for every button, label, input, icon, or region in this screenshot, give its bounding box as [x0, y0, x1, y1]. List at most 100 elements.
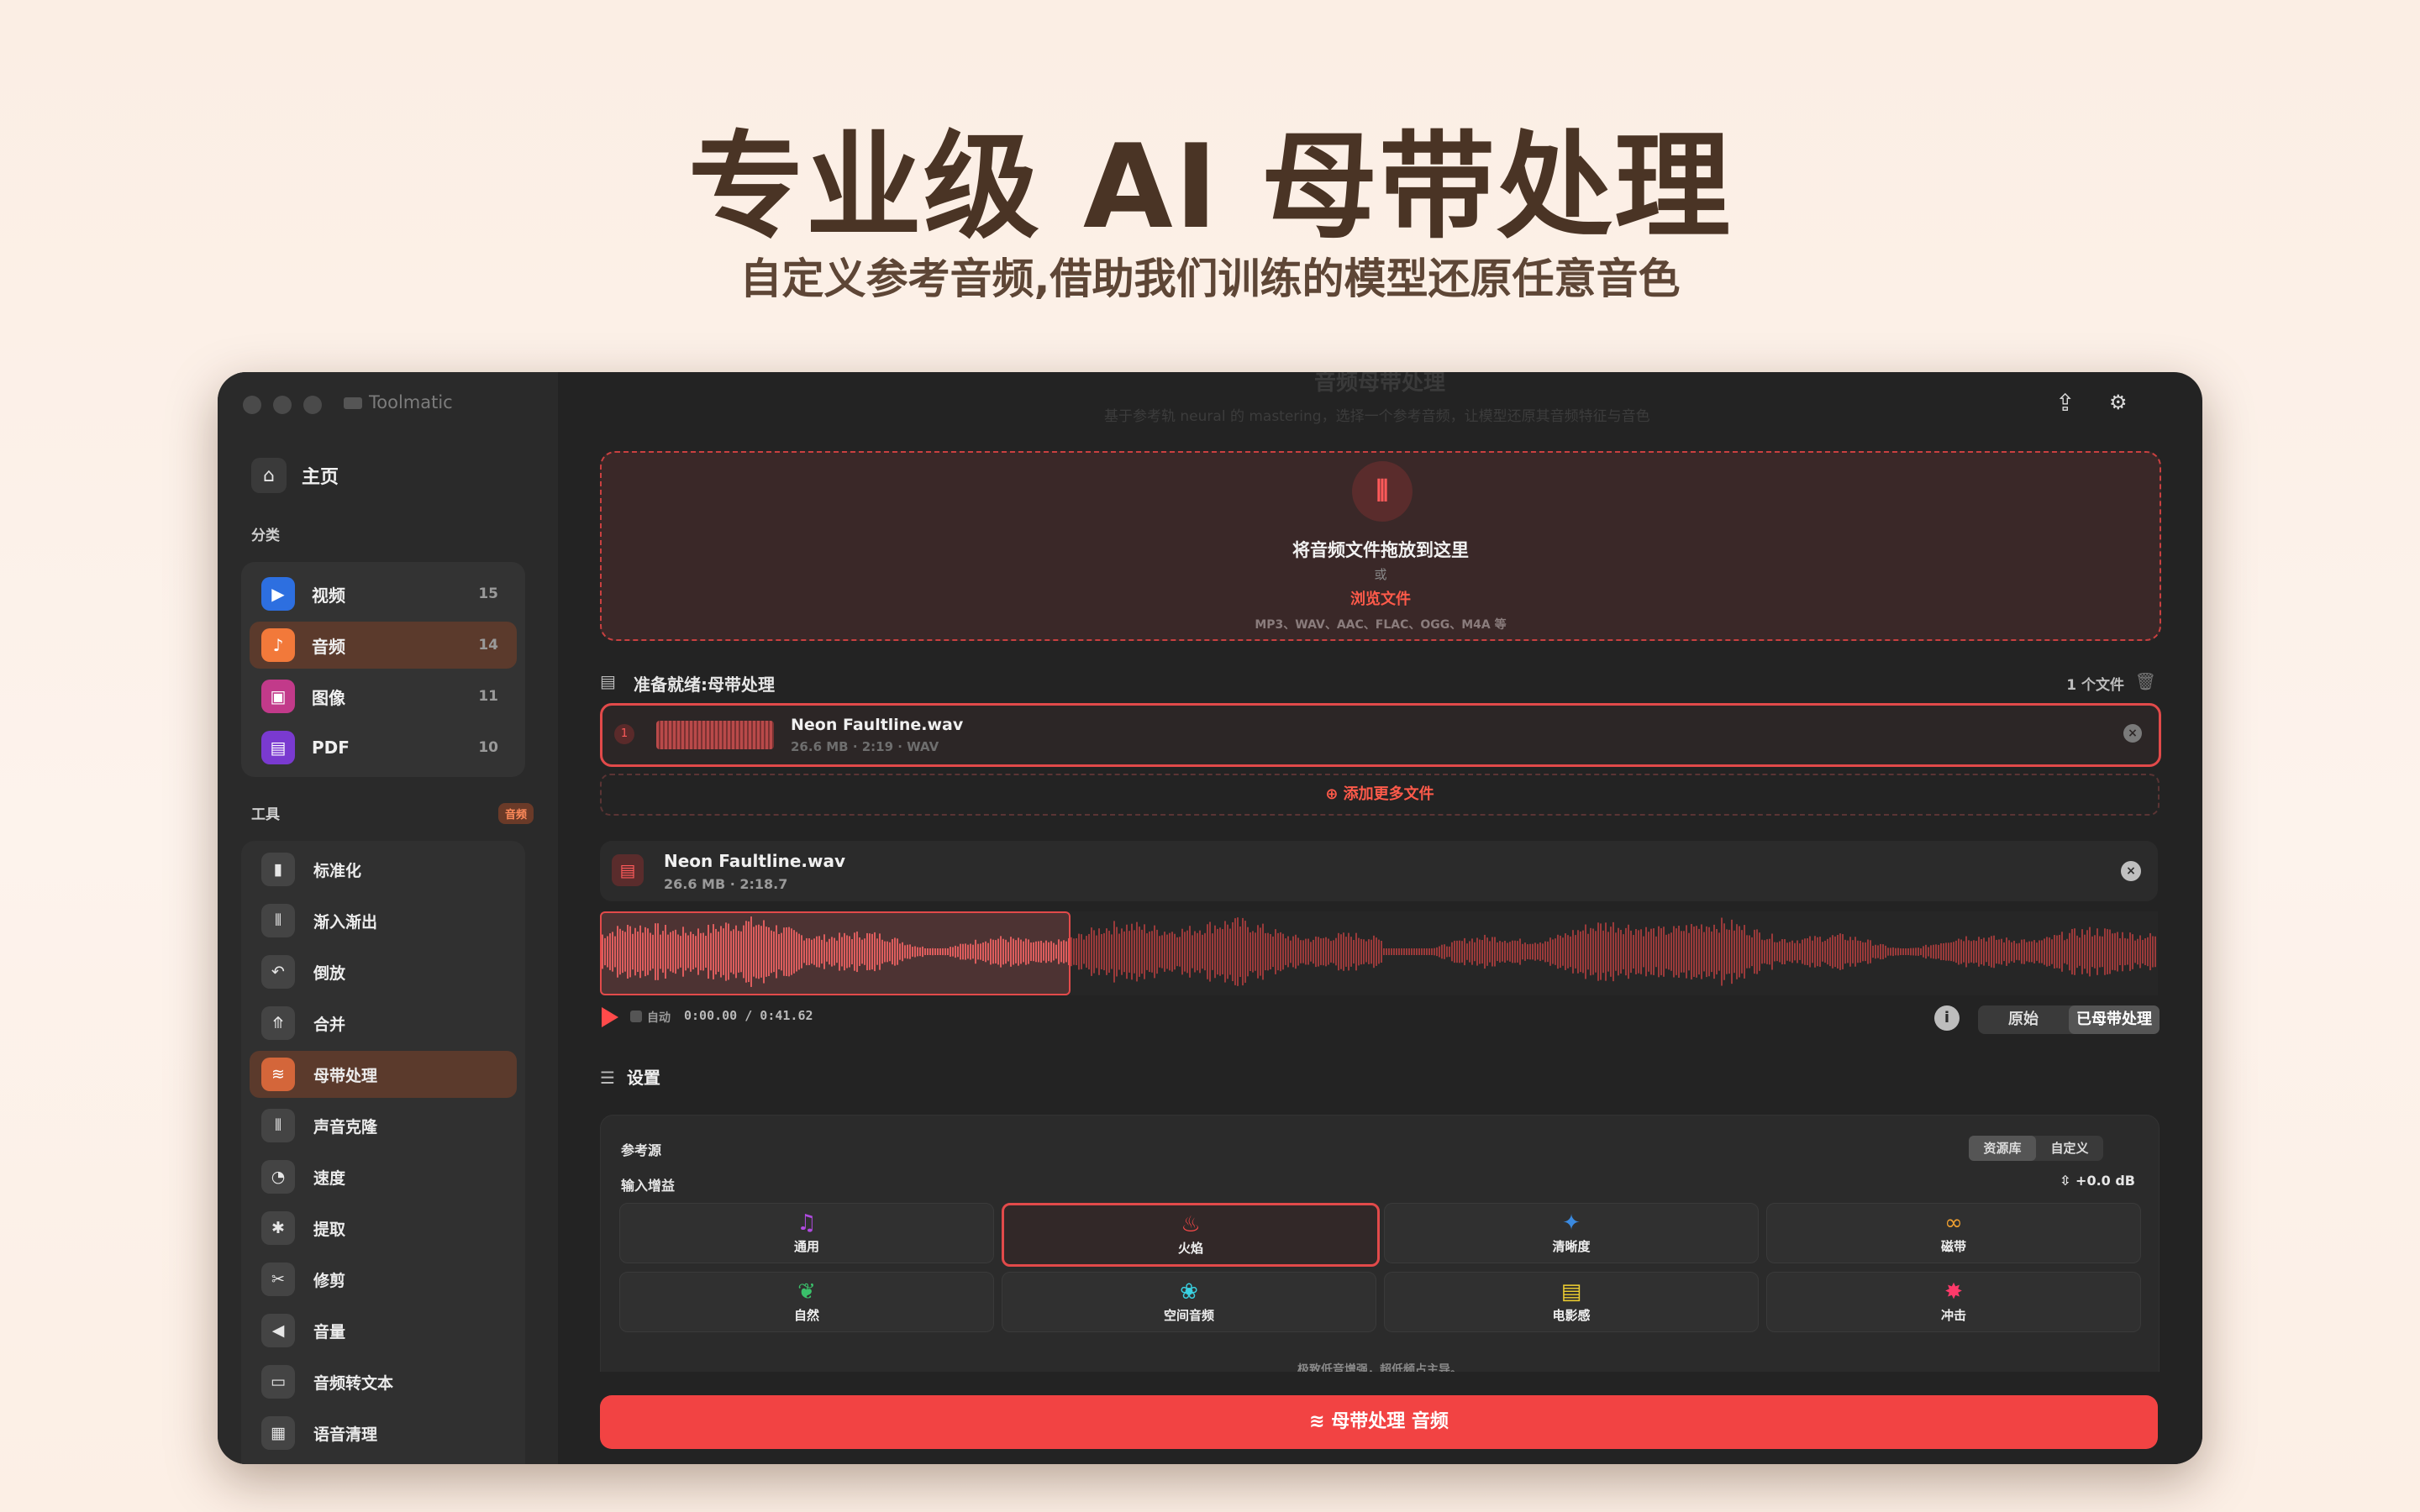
preset-4[interactable]: ❦ 自然 [619, 1272, 994, 1332]
merge-icon: ⤊ [261, 1006, 295, 1040]
play-button[interactable] [602, 1007, 618, 1027]
sidebar-tool-8[interactable]: ✂ 修剪 [250, 1256, 517, 1303]
audio-player: ▤ Neon Faultline.wav 26.6 MB · 2:18.7 × … [600, 841, 2160, 1101]
category-count: 11 [478, 688, 498, 705]
source-library-button[interactable]: 资源库 [1969, 1136, 2036, 1161]
preset-7[interactable]: ✸ 冲击 [1766, 1272, 2141, 1332]
preset-0[interactable]: ♫ 通用 [619, 1203, 994, 1263]
category-label: PDF [312, 738, 350, 758]
file-index: 1 [614, 724, 634, 744]
sidebar-tool-1[interactable]: ⦀ 渐入渐出 [250, 897, 517, 944]
tool-label: 标准化 [313, 861, 362, 880]
waveform-selection[interactable] [600, 911, 1071, 995]
preset-6[interactable]: ▤ 电影感 [1384, 1272, 1759, 1332]
sidebar-tool-9[interactable]: ◀ 音量 [250, 1307, 517, 1354]
sidebar-tool-4[interactable]: ≋ 母带处理 [250, 1051, 517, 1098]
film-strip-icon: ▤ [612, 854, 644, 886]
window-controls [243, 396, 322, 414]
preset-3[interactable]: ∞ 磁带 [1766, 1203, 2141, 1263]
tools-filter-badge[interactable]: 音频 [498, 803, 534, 824]
mastering-icon: ≋ [1309, 1411, 1332, 1432]
sidebar-tool-7[interactable]: ✱ 提取 [250, 1205, 517, 1252]
preset-label: 自然 [793, 1308, 819, 1323]
categories-heading: 分类 [251, 528, 280, 544]
tool-label: 倒放 [313, 963, 346, 983]
file-count: 1 个文件 [2066, 677, 2124, 694]
reference-source-label: 参考源 [621, 1142, 662, 1158]
sidebar-tool-11[interactable]: ▦ 语音清理 [250, 1410, 517, 1457]
volume-icon: ◀ [261, 1314, 295, 1347]
trash-icon[interactable]: 🗑 [2135, 671, 2156, 691]
sidebar-item-home[interactable]: ⌂ 主页 [251, 458, 339, 493]
tool-label: 音频转文本 [313, 1373, 394, 1393]
burst-icon: ✸ [1944, 1279, 1963, 1305]
close-player-button[interactable]: × [2121, 861, 2141, 881]
source-toggle: 资源库 自定义 [1969, 1136, 2103, 1161]
input-gain-stepper[interactable]: ⇳ +0.0 dB [2060, 1173, 2135, 1189]
flame-icon: ♨ [1181, 1212, 1201, 1237]
compare-original-button[interactable]: 原始 [1978, 1005, 2069, 1034]
auto-checkbox[interactable] [630, 1011, 642, 1022]
player-file-meta: 26.6 MB · 2:18.7 [664, 876, 788, 892]
preset-5[interactable]: ❀ 空间音频 [1002, 1272, 1376, 1332]
compare-mastered-button[interactable]: 已母带处理 [2069, 1005, 2160, 1034]
stepper-arrows-icon: ⇳ [2060, 1173, 2076, 1189]
reverse-icon: ↶ [261, 955, 295, 989]
gear-icon[interactable]: ⚙ [2109, 391, 2128, 414]
tape-icon: ∞ [1944, 1210, 1963, 1236]
sidebar-tool-2[interactable]: ↶ 倒放 [250, 948, 517, 995]
input-gain-label: 输入增益 [621, 1178, 676, 1194]
browse-files-link[interactable]: 浏览文件 [602, 587, 2160, 609]
preset-label: 空间音频 [1163, 1308, 1214, 1323]
sidebar-category-3[interactable]: ▤ PDF 10 [250, 724, 517, 771]
dropzone-title: 将音频文件拖放到这里 [1292, 540, 1469, 560]
voice-clone-icon: ⦀ [261, 1109, 295, 1142]
sidebar-tool-0[interactable]: ▮ 标准化 [250, 846, 517, 893]
sidebar-tool-3[interactable]: ⤊ 合并 [250, 1000, 517, 1047]
sidebar-tool-5[interactable]: ⦀ 声音克隆 [250, 1102, 517, 1149]
sidebar-tool-6[interactable]: ◔ 速度 [250, 1153, 517, 1200]
film-icon: ▤ [1560, 1279, 1582, 1305]
run-mastering-button[interactable]: ≋ 母带处理 音频 [600, 1395, 2158, 1449]
category-label: 音频 [312, 636, 345, 657]
file-dropzone[interactable]: ⦀ 将音频文件拖放到这里 或 浏览文件 MP3、WAV、AAC、FLAC、OGG… [600, 451, 2161, 641]
tool-label: 速度 [313, 1168, 346, 1188]
zoom-window-button[interactable] [303, 396, 322, 414]
info-icon[interactable]: i [1934, 1005, 1960, 1031]
hero-title: 专业级 AI 母带处理 [687, 119, 1733, 255]
tool-label: 提取 [313, 1220, 346, 1239]
player-file-name: Neon Faultline.wav [664, 851, 846, 871]
music-note-icon: ♫ [797, 1210, 817, 1236]
close-window-button[interactable] [243, 396, 261, 414]
sidebar-category-1[interactable]: ♪ 音频 14 [250, 622, 517, 669]
source-custom-button[interactable]: 自定义 [2036, 1136, 2103, 1161]
preset-2[interactable]: ✦ 清晰度 [1384, 1203, 1759, 1263]
file-name: Neon Faultline.wav [791, 716, 964, 734]
speed-icon: ◔ [261, 1160, 295, 1194]
preset-label: 冲击 [1940, 1308, 1966, 1323]
tool-list: ▮ 标准化 ⦀ 渐入渐出 ↶ 倒放 ⤊ 合并 ≋ 母带处理 ⦀ 声音克隆 ◔ 速度 ✱ 提取 ✂ 修剪 ◀ 音量 ▭ 音频… [241, 841, 525, 1464]
preset-label: 通用 [793, 1239, 819, 1254]
transcribe-icon: ▭ [261, 1365, 295, 1399]
queued-file[interactable]: 1 Neon Faultline.wav 26.6 MB · 2:19 · WA… [600, 703, 2161, 767]
minimize-window-button[interactable] [273, 396, 292, 414]
share-icon[interactable]: ⇪ [2055, 389, 2075, 417]
dropzone-or: 或 [1374, 567, 1387, 582]
waveform[interactable] [600, 911, 2158, 995]
preset-label: 清晰度 [1552, 1239, 1591, 1254]
hero-subtitle: 自定义参考音频,借助我们训练的模型还原任意音色 [739, 255, 1681, 303]
supported-formats: MP3、WAV、AAC、FLAC、OGG、M4A 等 [1255, 618, 1507, 632]
remove-file-button[interactable]: × [2123, 724, 2142, 743]
video-icon: ▶ [261, 577, 295, 611]
sidebar-category-2[interactable]: ▣ 图像 11 [250, 673, 517, 720]
category-list: ▶ 视频 15 ♪ 音频 14 ▣ 图像 11 ▤ PDF 10 [241, 562, 525, 777]
preset-1[interactable]: ♨ 火焰 [1002, 1203, 1380, 1267]
sidebar-tool-10[interactable]: ▭ 音频转文本 [250, 1358, 517, 1405]
sidebar: Toolmatic ⌂ 主页 分类 ▶ 视频 15 ♪ 音频 14 ▣ 图像 11 ▤ PDF 10 … [218, 372, 558, 1464]
app-window: Toolmatic ⌂ 主页 分类 ▶ 视频 15 ♪ 音频 14 ▣ 图像 11 ▤ PDF 10 … [218, 372, 2202, 1464]
sidebar-category-0[interactable]: ▶ 视频 15 [250, 570, 517, 617]
add-more-files-button[interactable]: ⊕ 添加更多文件 [600, 774, 2160, 816]
mastering-icon: ≋ [261, 1058, 295, 1091]
tool-label: 渐入渐出 [313, 912, 378, 932]
app-logo-icon [344, 397, 362, 409]
